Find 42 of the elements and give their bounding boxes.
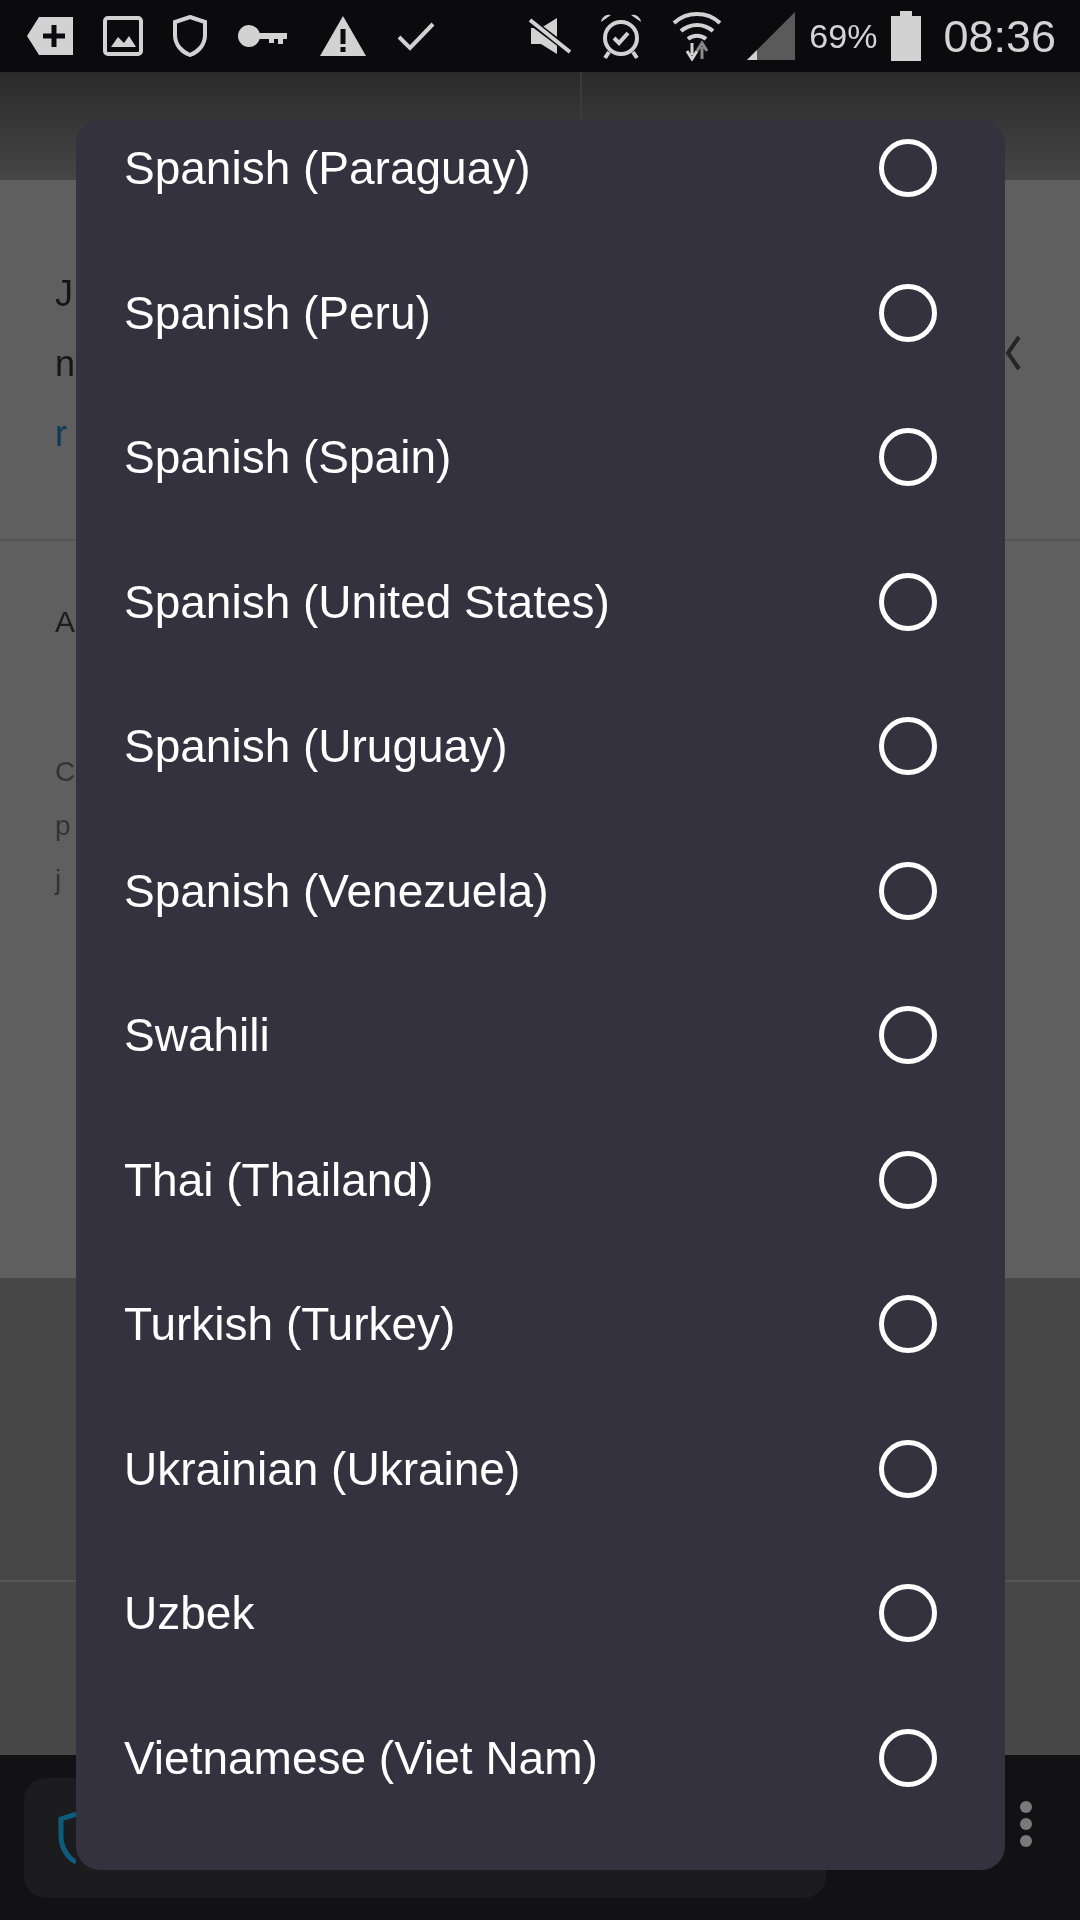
radio-button[interactable] [879,1728,937,1787]
shield-icon [173,15,207,57]
language-option[interactable]: Swahili [124,1007,270,1064]
language-option[interactable]: Spanish (Uruguay) [124,718,508,775]
signal-icon [747,12,796,60]
language-option[interactable]: Uzbek [124,1585,255,1642]
language-option[interactable]: Spanish (Spain) [124,429,452,486]
language-option[interactable]: Spanish (United States) [124,573,610,630]
intro-text: J [55,272,73,316]
radio-button[interactable] [879,572,937,631]
close-icon[interactable] [1005,335,1021,371]
section-heading: A [55,604,75,640]
battery-percent: 69% [809,19,878,53]
add-tag-icon [27,17,73,55]
warning-icon [319,15,367,57]
radio-button[interactable] [879,1150,937,1209]
battery-icon [891,11,922,61]
language-option[interactable]: Turkish (Turkey) [124,1296,456,1353]
language-option[interactable]: Vietnamese (Viet Nam) [124,1729,598,1786]
mute-icon [527,16,574,56]
radio-button[interactable] [879,1006,937,1065]
radio-button[interactable] [879,139,937,198]
wifi-icon [671,11,724,61]
radio-button[interactable] [879,717,937,776]
radio-button[interactable] [879,1439,937,1498]
language-option[interactable]: Ukrainian (Ukraine) [124,1440,521,1497]
shield-icon [58,1810,76,1866]
radio-button[interactable] [879,861,937,920]
language-option[interactable]: Spanish (Venezuela) [124,862,549,919]
language-option[interactable]: Thai (Thailand) [124,1151,434,1208]
radio-button[interactable] [879,1584,937,1643]
radio-button[interactable] [879,428,937,487]
clock-time: 08:36 [943,13,1056,59]
image-icon [103,16,143,56]
language-option[interactable]: Spanish (Paraguay) [124,140,531,197]
radio-button[interactable] [879,283,937,342]
check-icon [397,21,435,51]
intro-text: n [55,342,76,386]
key-icon [237,23,289,49]
language-option[interactable]: Spanish (Peru) [124,284,431,341]
menu-icon[interactable] [1019,1800,1033,1848]
radio-button[interactable] [879,1295,937,1354]
